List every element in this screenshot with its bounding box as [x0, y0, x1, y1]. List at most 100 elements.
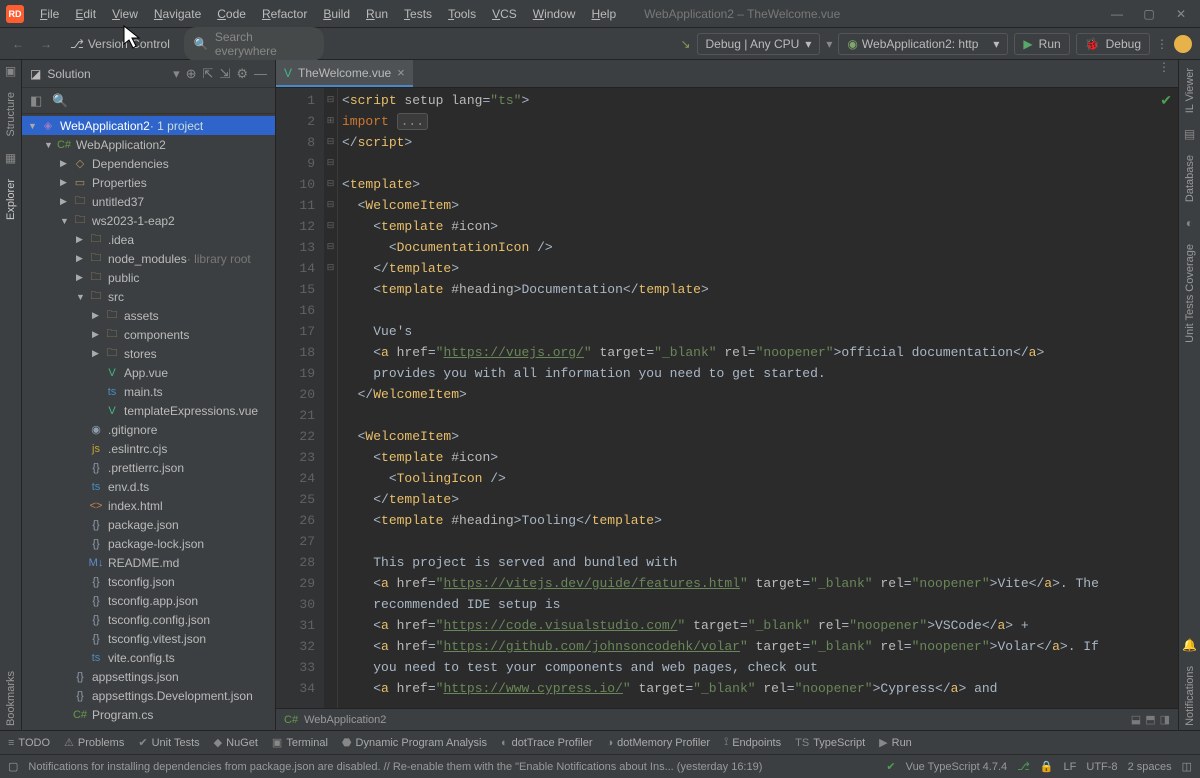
tree-node[interactable]: ▼C#WebApplication2: [22, 135, 275, 154]
tree-node[interactable]: C#Program.cs: [22, 705, 275, 724]
tab-options-button[interactable]: ⋮: [1150, 60, 1178, 87]
tree-node[interactable]: ▼🗀src: [22, 287, 275, 306]
menu-navigate[interactable]: Navigate: [146, 3, 209, 25]
bell-icon[interactable]: 🔔: [1182, 638, 1197, 652]
breadcrumb-item[interactable]: WebApplication2: [304, 714, 386, 726]
menu-edit[interactable]: Edit: [67, 3, 104, 25]
nav-forward-button[interactable]: →: [36, 37, 56, 51]
user-avatar[interactable]: [1174, 35, 1192, 53]
editor-tab[interactable]: V TheWelcome.vue ×: [276, 60, 413, 87]
solution-root-node[interactable]: ▼ ◈ WebApplication2· 1 project: [22, 116, 275, 135]
tree-node[interactable]: ▶🗀node_modules · library root: [22, 249, 275, 268]
menu-view[interactable]: View: [104, 3, 146, 25]
chevron-down-icon[interactable]: ▾: [826, 37, 832, 51]
analysis-ok-icon[interactable]: ✔: [1160, 92, 1172, 109]
coverage-button[interactable]: Unit Tests Coverage: [1184, 240, 1196, 347]
tree-node[interactable]: ▶🗀components: [22, 325, 275, 344]
menu-help[interactable]: Help: [583, 3, 624, 25]
tree-node[interactable]: ▶🗀assets: [22, 306, 275, 325]
tree-node[interactable]: ▼🗀ws2023-1-eap2: [22, 211, 275, 230]
chevron-right-icon[interactable]: ▶: [60, 196, 72, 207]
tool-problems[interactable]: ⚠Problems: [64, 736, 124, 749]
panel-icon[interactable]: ⬓: [1131, 713, 1141, 726]
service-ok-icon[interactable]: ✔: [886, 760, 895, 773]
tool-typescript[interactable]: TSTypeScript: [795, 737, 865, 749]
project-tree[interactable]: ▼ ◈ WebApplication2· 1 project ▼C#WebApp…: [22, 114, 275, 730]
structure-tool-icon[interactable]: ▣: [5, 64, 16, 78]
tree-node[interactable]: VApp.vue: [22, 363, 275, 382]
explorer-tool-button[interactable]: Explorer: [5, 175, 17, 224]
expand-icon[interactable]: ⇱: [203, 66, 214, 82]
menu-build[interactable]: Build: [315, 3, 358, 25]
code-body[interactable]: <script setup lang="ts">import ...</scri…: [338, 88, 1178, 708]
chevron-right-icon[interactable]: ▶: [76, 272, 88, 283]
more-button[interactable]: ⋮: [1156, 37, 1168, 51]
explorer-tool-icon[interactable]: ▦: [5, 151, 16, 165]
chevron-right-icon[interactable]: ▶: [76, 234, 88, 245]
tool-unit-tests[interactable]: ✔Unit Tests: [138, 736, 199, 749]
collapse-icon[interactable]: ⇲: [219, 66, 230, 82]
menu-tests[interactable]: Tests: [396, 3, 440, 25]
encoding-status[interactable]: UTF-8: [1086, 761, 1117, 773]
menu-vcs[interactable]: VCS: [484, 3, 525, 25]
chevron-right-icon[interactable]: ▶: [92, 348, 104, 359]
target-icon[interactable]: ⊕: [186, 66, 197, 82]
menu-refactor[interactable]: Refactor: [254, 3, 315, 25]
close-button[interactable]: ✕: [1174, 7, 1188, 21]
tree-node[interactable]: ▶🗀.idea: [22, 230, 275, 249]
tree-node[interactable]: {}.prettierrc.json: [22, 458, 275, 477]
tree-node[interactable]: ▶🗀stores: [22, 344, 275, 363]
tree-node[interactable]: tsvite.config.ts: [22, 648, 275, 667]
debug-config-dropdown[interactable]: Debug | Any CPU ▾: [697, 33, 821, 55]
chevron-right-icon[interactable]: ▶: [60, 177, 72, 188]
indent-status[interactable]: 2 spaces: [1128, 761, 1172, 773]
tree-node[interactable]: {}appsettings.json: [22, 667, 275, 686]
menu-window[interactable]: Window: [525, 3, 584, 25]
tree-node[interactable]: <>index.html: [22, 496, 275, 515]
tree-node[interactable]: ▶▭Properties: [22, 173, 275, 192]
tree-node[interactable]: M↓README.md: [22, 553, 275, 572]
minimize-button[interactable]: —: [1110, 7, 1124, 21]
lock-icon[interactable]: 🔒: [1040, 760, 1054, 773]
tool-todo[interactable]: ≡TODO: [8, 737, 50, 749]
tree-node[interactable]: VtemplateExpressions.vue: [22, 401, 275, 420]
tree-node[interactable]: {}tsconfig.json: [22, 572, 275, 591]
tree-node[interactable]: js.eslintrc.cjs: [22, 439, 275, 458]
search-icon[interactable]: 🔍: [52, 93, 68, 109]
tool-dottrace-profiler[interactable]: ◐dotTrace Profiler: [501, 737, 593, 749]
debug-button[interactable]: 🐞 Debug: [1076, 33, 1150, 55]
chevron-down-icon[interactable]: ▼: [60, 216, 72, 226]
tree-node[interactable]: tsmain.ts: [22, 382, 275, 401]
status-extra-icon[interactable]: ◫: [1182, 760, 1192, 773]
version-control-button[interactable]: ⎇ Version Control: [64, 35, 176, 53]
nav-back-button[interactable]: ←: [8, 37, 28, 51]
maximize-button[interactable]: ▢: [1142, 7, 1156, 21]
tree-node[interactable]: ▶🗀public: [22, 268, 275, 287]
tree-node[interactable]: {}appsettings.Development.json: [22, 686, 275, 705]
menu-tools[interactable]: Tools: [440, 3, 484, 25]
tree-node[interactable]: {}tsconfig.vitest.json: [22, 629, 275, 648]
database-button[interactable]: Database: [1184, 151, 1196, 206]
search-everywhere-input[interactable]: 🔍 Search everywhere: [184, 27, 324, 61]
tool-endpoints[interactable]: ⟟Endpoints: [724, 736, 781, 749]
run-button[interactable]: ▶ Run: [1014, 33, 1069, 55]
coverage-icon[interactable]: ◐: [1186, 216, 1193, 230]
panel-icon[interactable]: ⬒: [1145, 713, 1155, 726]
fold-gutter[interactable]: ⊟⊞⊟⊟⊟⊟⊟⊟⊟: [324, 88, 338, 708]
line-separator-status[interactable]: LF: [1064, 761, 1077, 773]
tree-node[interactable]: {}tsconfig.config.json: [22, 610, 275, 629]
menu-run[interactable]: Run: [358, 3, 396, 25]
code-editor[interactable]: 1289101112131415161718192021222324252627…: [276, 88, 1178, 708]
tool-dynamic-program-analysis[interactable]: ⬣Dynamic Program Analysis: [342, 736, 487, 749]
chevron-right-icon[interactable]: ▶: [76, 253, 88, 264]
tree-node[interactable]: ▶◇Dependencies: [22, 154, 275, 173]
chevron-down-icon[interactable]: ▼: [28, 121, 40, 131]
menu-code[interactable]: Code: [209, 3, 254, 25]
tool-dotmemory-profiler[interactable]: ◑dotMemory Profiler: [607, 737, 711, 749]
notifications-button[interactable]: Notifications: [1184, 662, 1196, 730]
tree-node[interactable]: ◉.gitignore: [22, 420, 275, 439]
gear-icon[interactable]: ⚙: [236, 66, 248, 82]
chevron-down-icon[interactable]: ▾: [173, 66, 180, 82]
status-message[interactable]: Notifications for installing dependencie…: [28, 761, 876, 773]
database-icon[interactable]: ▤: [1184, 127, 1195, 141]
